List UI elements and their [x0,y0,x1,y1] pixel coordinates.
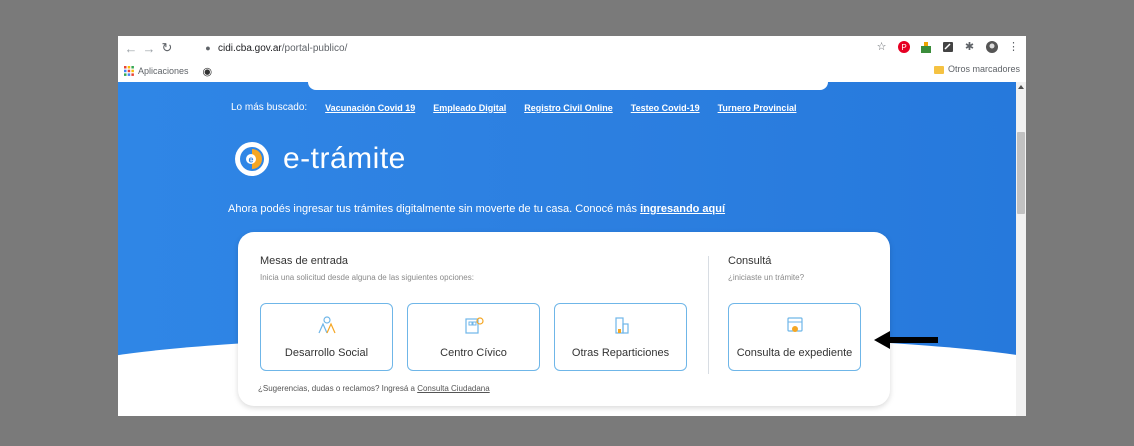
option-label: Desarrollo Social [284,347,369,359]
bookmarks-bar: Aplicaciones ◉ Otros marcadores [118,60,1026,83]
tagline-link[interactable]: ingresando aquí [640,203,725,215]
desarrollo-social-icon [315,314,339,336]
quick-link-registro[interactable]: Registro Civil Online [524,103,613,113]
extension-icon[interactable]: ✱ [963,40,976,53]
option-label: Centro Cívico [440,347,507,359]
quick-link-testeo[interactable]: Testeo Covid-19 [631,103,700,113]
quick-links: Lo más buscado: Vacunación Covid 19 Empl… [231,102,814,113]
option-centro-civico[interactable]: Centro Cívico [407,303,540,371]
scroll-thumb[interactable] [1017,132,1025,214]
extension-icon[interactable] [919,40,932,53]
consulta-expediente-button[interactable]: Consulta de expediente [728,303,861,371]
bookmark-folder-icon [933,65,944,74]
mesas-subtitle: Inicia una solicitud desde alguna de las… [260,273,474,282]
apps-grid-icon [124,66,134,76]
consulta-title: Consultá [728,255,772,267]
page-content: Lo más buscado: Vacunación Covid 19 Empl… [118,82,1016,416]
menu-icon[interactable]: ⋮ [1007,40,1020,53]
bookmark-other[interactable]: Otros marcadores [933,64,1020,74]
search-bar-bottom[interactable] [308,82,828,90]
footer-note: ¿Sugerencias, dudas o reclamos? Ingresá … [258,384,490,393]
quick-links-label: Lo más buscado: [231,102,308,113]
toolbar-icons: ☆ P ✱ ⋮ [875,40,1020,53]
globe-icon[interactable]: ◉ [203,65,213,78]
bookmark-other-label: Otros marcadores [947,64,1020,74]
brand-name: e-trámite [283,142,406,175]
svg-text:e: e [248,155,253,165]
browser-toolbar: ← → ↻ ● cidi.cba.gov.ar/portal-publico/ … [118,36,1026,60]
quick-link-turnero[interactable]: Turnero Provincial [718,103,797,113]
mesas-title: Mesas de entrada [260,255,349,267]
bookmark-apps-label: Aplicaciones [138,66,189,76]
lock-icon: ● [205,43,211,53]
option-desarrollo-social[interactable]: Desarrollo Social [260,303,393,371]
address-bar[interactable]: ● cidi.cba.gov.ar/portal-publico/ [196,39,916,57]
option-label: Otras Reparticiones [571,347,670,359]
scrollbar[interactable] [1016,82,1026,416]
bookmark-apps[interactable]: Aplicaciones ◉ [124,65,212,78]
reload-icon[interactable]: ↻ [158,40,176,56]
pinterest-icon[interactable]: P [897,40,910,53]
arrow-left-icon [874,331,938,349]
consulta-expediente-icon [783,314,807,336]
section-divider [708,256,709,374]
option-otras-reparticiones[interactable]: Otras Reparticiones [554,303,687,371]
url-text: cidi.cba.gov.ar/portal-publico/ [218,42,348,54]
profile-avatar[interactable] [985,40,998,53]
consulta-ciudadana-link[interactable]: Consulta Ciudadana [417,384,490,393]
back-icon[interactable]: ← [122,41,140,56]
e-tramite-logo: e [235,142,269,176]
otras-reparticiones-icon [609,314,633,336]
tagline: Ahora podés ingresar tus trámites digita… [228,203,726,215]
option-label: Consulta de expediente [736,347,853,359]
svg-text:P: P [901,43,906,52]
star-icon[interactable]: ☆ [875,40,888,53]
centro-civico-icon [462,314,486,336]
forward-icon[interactable]: → [140,41,158,56]
quick-link-vacunacion[interactable]: Vacunación Covid 19 [325,103,415,113]
entry-card: Mesas de entrada Inicia una solicitud de… [238,232,890,406]
browser-window: ← → ↻ ● cidi.cba.gov.ar/portal-publico/ … [118,36,1026,416]
extension-icon[interactable] [941,40,954,53]
quick-link-empleado[interactable]: Empleado Digital [433,103,506,113]
scroll-up-icon[interactable] [1018,85,1024,89]
brand: e e-trámite [235,142,406,176]
consulta-subtitle: ¿iniciaste un trámite? [728,273,805,282]
